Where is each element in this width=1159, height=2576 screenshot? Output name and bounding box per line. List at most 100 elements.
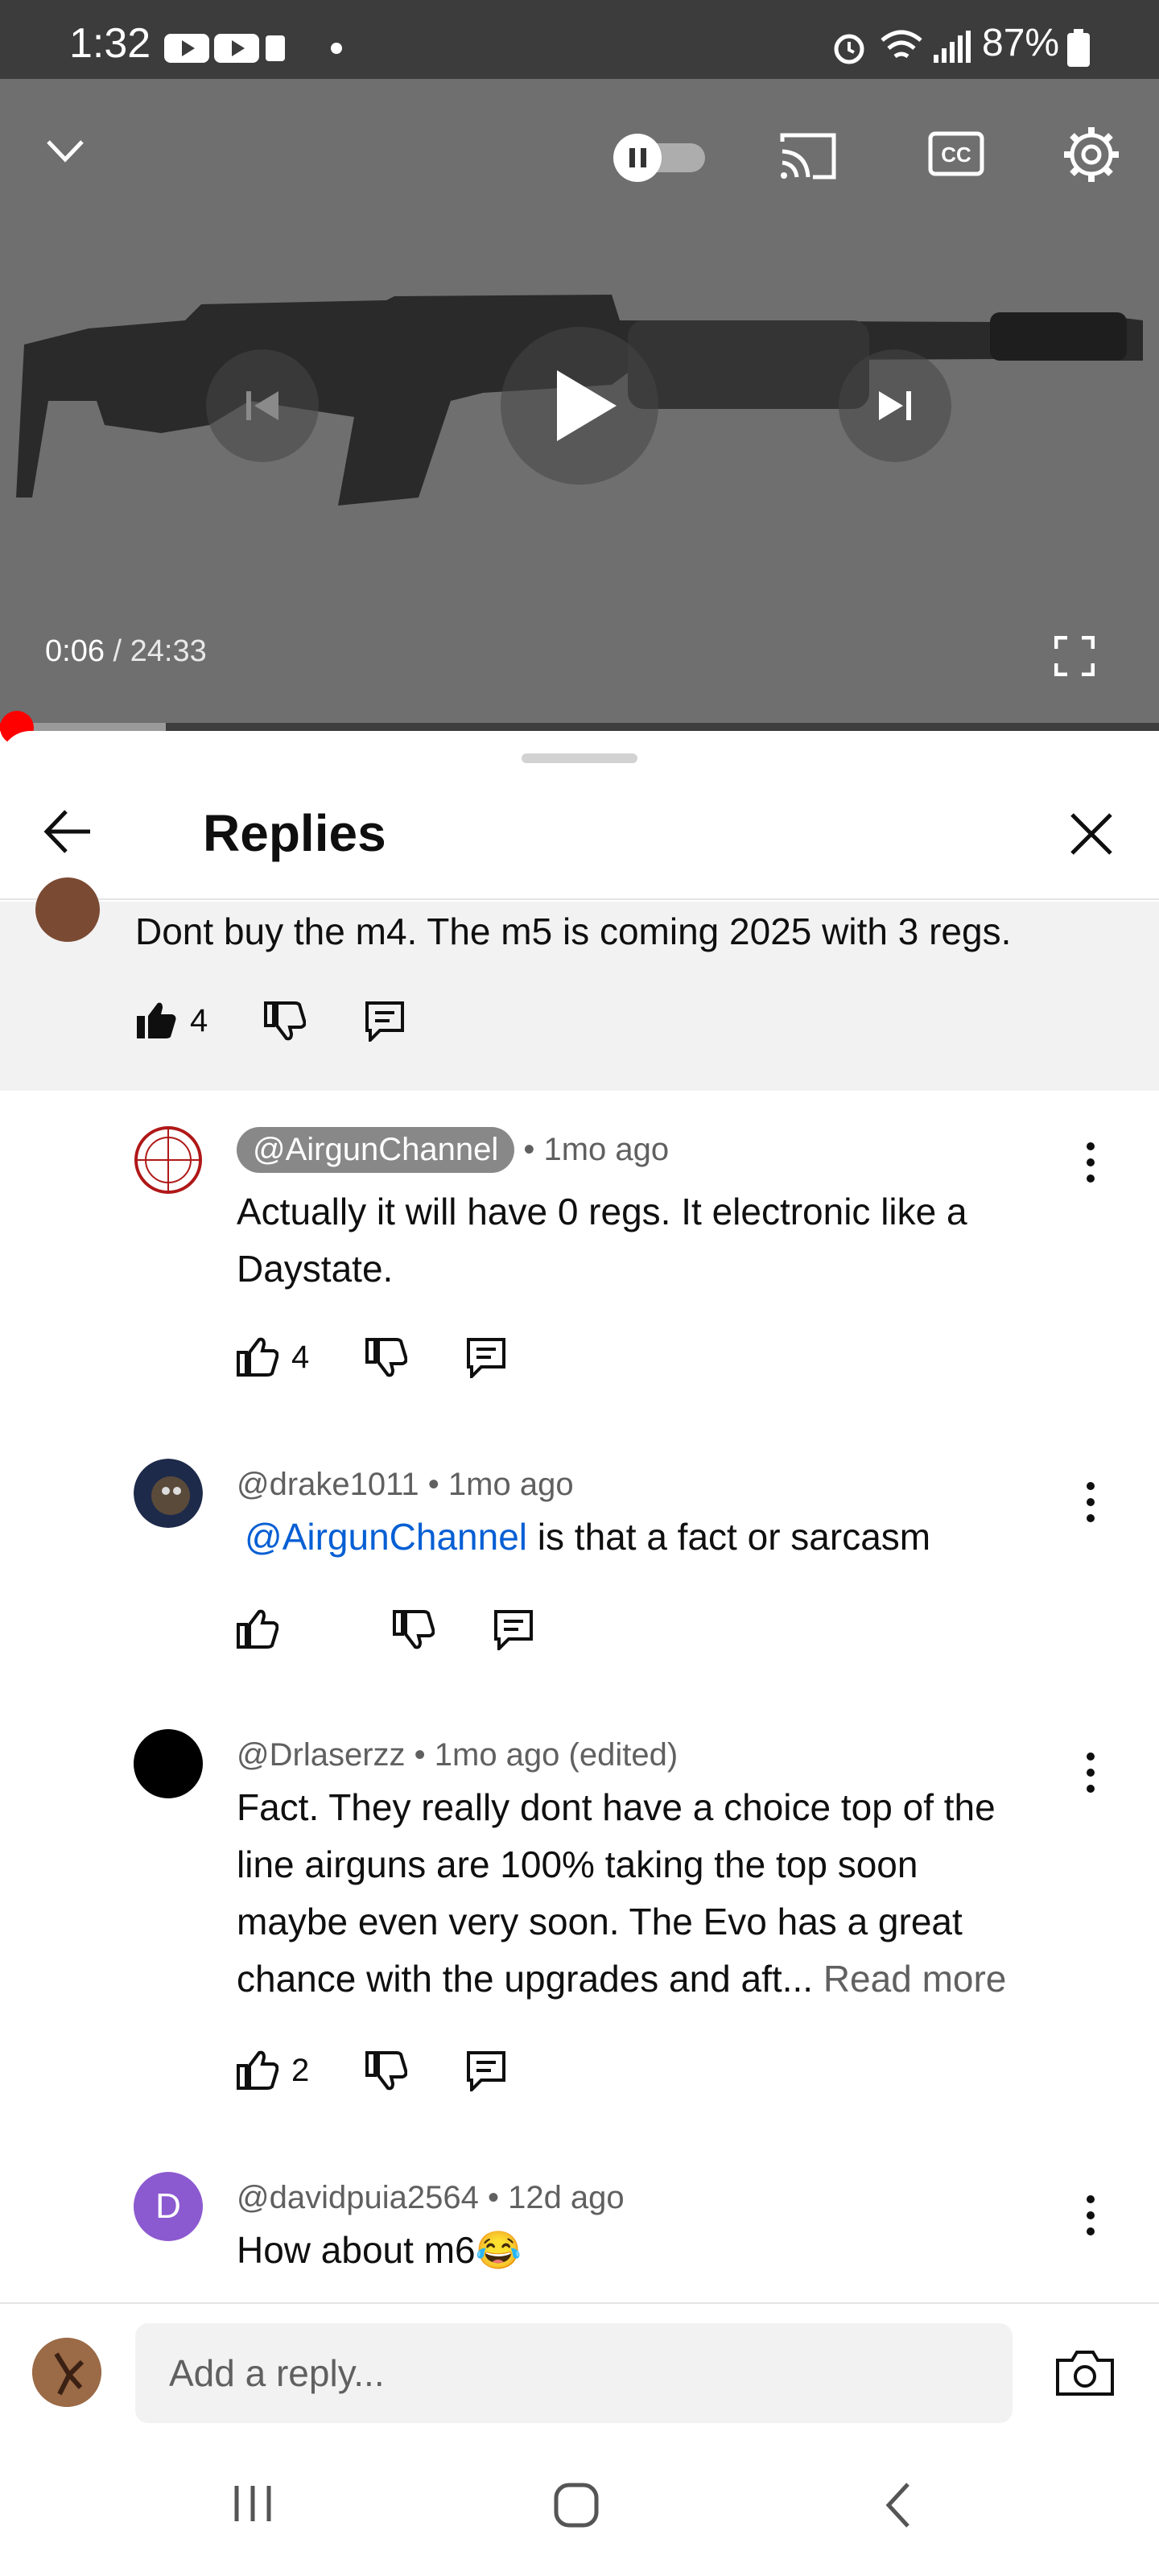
comment-text: Dont buy the m4. The m5 is coming 2025 w… (135, 910, 1012, 952)
reply-meta: @drake1011 • 1mo ago (237, 1467, 574, 1503)
next-icon (879, 391, 911, 420)
system-nav-bar (0, 2431, 1159, 2576)
reply-handle[interactable]: @davidpuia2564 (237, 2180, 479, 2215)
reply-actions: 2 (237, 2050, 507, 2091)
creator-handle-chip[interactable]: @AirgunChannel (237, 1127, 515, 1173)
notification-icons (164, 34, 285, 63)
header-divider (0, 898, 1159, 900)
reply-text-line: maybe even very soon. The Evo has a grea… (237, 1901, 963, 1942)
reply-text-line: line airguns are 100% taking the top soo… (237, 1843, 918, 1885)
reply-time: • 1mo ago (514, 1132, 670, 1167)
reply-actions: 4 (237, 1336, 507, 1378)
battery-percent: 87% (982, 22, 1060, 64)
reply-icon[interactable] (465, 2050, 507, 2091)
play-button[interactable] (501, 327, 658, 485)
time-separator: / (104, 634, 130, 668)
reply-icon[interactable] (465, 1336, 507, 1378)
reply-text-line: Actually it will have 0 regs. It electro… (237, 1191, 967, 1232)
reply-meta: @Drlaserzz • 1mo ago (edited) (237, 1737, 678, 1773)
like-count: 2 (291, 2052, 310, 2088)
video-time: 0:06 / 24:33 (45, 634, 207, 669)
add-reply-bar: Add a reply... (0, 2302, 1159, 2433)
reply-actions (237, 1608, 534, 1650)
video-progress-bar[interactable] (0, 723, 1159, 731)
reply-handle[interactable]: @Drlaserzz (237, 1737, 406, 1773)
like-button[interactable]: 4 (237, 1336, 309, 1378)
reply-icon[interactable] (364, 1000, 406, 1042)
avatar[interactable] (35, 877, 100, 942)
thumbs-down-icon[interactable] (365, 1336, 408, 1378)
reply-text: How about m6😂 (237, 2222, 1074, 2279)
read-more-link[interactable]: Read more (823, 1958, 1007, 2000)
user-avatar[interactable] (32, 2338, 101, 2407)
reply-time: • 12d ago (478, 2180, 625, 2215)
reply-text-line: Daystate. (237, 1248, 394, 1290)
avatar[interactable] (134, 1125, 203, 1195)
like-count: 4 (190, 1002, 208, 1038)
thumbs-up-icon (237, 1609, 278, 1649)
like-button[interactable]: 4 (135, 1000, 208, 1042)
reply-text: @AirgunChannel is that a fact or sarcasm (245, 1509, 1082, 1566)
dot-icon (331, 43, 342, 54)
mention-link[interactable]: @AirgunChannel (245, 1516, 527, 1558)
reply-text: Actually it will have 0 regs. It electro… (237, 1183, 1074, 1298)
reply-text-rest: is that a fact or sarcasm (527, 1516, 931, 1558)
wifi-icon (881, 30, 922, 59)
thumbs-up-icon (237, 1337, 278, 1377)
comment-actions: 4 (135, 1000, 406, 1042)
video-player[interactable]: CC 0:06 / 24:33 (0, 79, 1159, 731)
more-options-icon[interactable] (1079, 1748, 1103, 1797)
like-button[interactable]: 2 (237, 2050, 309, 2091)
cast-icon[interactable] (777, 127, 839, 184)
reply-time: • 1mo ago (edited) (405, 1737, 678, 1773)
reply-handle[interactable]: @drake1011 (237, 1467, 419, 1502)
status-bar: 1:32 87% (0, 0, 1159, 79)
settings-icon[interactable] (1061, 124, 1122, 185)
more-options-icon[interactable] (1079, 2191, 1103, 2240)
reply-meta: @AirgunChannel • 1mo ago (237, 1127, 669, 1173)
avatar[interactable] (134, 1459, 203, 1528)
duration: 24:33 (130, 634, 207, 668)
recent-apps-icon[interactable] (230, 2481, 275, 2526)
reply-item: @AirgunChannel • 1mo ago Actually it wil… (0, 1125, 1159, 1399)
battery-icon (1067, 29, 1090, 67)
captions-icon[interactable]: CC (927, 127, 985, 180)
reply-icon[interactable] (493, 1608, 534, 1650)
more-options-icon[interactable] (1079, 1138, 1103, 1187)
thumbs-up-icon (237, 2050, 278, 2090)
next-button[interactable] (839, 349, 951, 462)
drag-handle[interactable] (522, 753, 637, 763)
status-time: 1:32 (69, 20, 151, 67)
home-icon[interactable] (552, 2481, 600, 2529)
previous-button[interactable] (206, 349, 319, 462)
reply-text-truncated: chance with the upgrades and aft... (237, 1958, 814, 2000)
reply-text-line: Fact. They really dont have a choice top… (237, 1786, 996, 1828)
avatar[interactable]: D (134, 2172, 203, 2241)
laughing-emoji: 😂 (475, 2229, 522, 2271)
reply-meta: @davidpuia2564 • 12d ago (237, 2180, 625, 2216)
more-options-icon[interactable] (1079, 1478, 1103, 1526)
reply-item: @drake1011 • 1mo ago @AirgunChannel is t… (0, 1459, 1159, 1676)
thumbs-down-icon[interactable] (393, 1608, 435, 1650)
reply-text-line: chance with the upgrades and aft... Read… (237, 1951, 1074, 2008)
back-arrow-icon[interactable] (42, 805, 95, 858)
thumbs-down-icon[interactable] (264, 1000, 307, 1042)
fullscreen-icon[interactable] (1054, 636, 1095, 676)
svg-text:CC: CC (941, 142, 971, 167)
signal-icon (934, 31, 971, 63)
camera-icon[interactable] (1054, 2349, 1116, 2397)
thumbs-down-icon[interactable] (365, 2050, 408, 2091)
reply-text: Fact. They really dont have a choice top… (237, 1779, 1074, 2008)
close-icon[interactable] (1067, 810, 1116, 858)
reply-input[interactable]: Add a reply... (135, 2323, 1013, 2423)
avatar[interactable] (134, 1729, 203, 1798)
like-button[interactable] (237, 1608, 278, 1650)
back-icon[interactable] (882, 2481, 914, 2529)
reply-time: • 1mo ago (419, 1467, 574, 1502)
autoplay-toggle[interactable] (608, 129, 710, 182)
alarm-icon (834, 34, 864, 64)
reply-item: @Drlaserzz • 1mo ago (edited) Fact. They… (0, 1729, 1159, 2116)
previous-icon (246, 391, 278, 420)
reply-text-main: How about m6 (237, 2229, 476, 2271)
chevron-down-icon[interactable] (43, 129, 87, 172)
